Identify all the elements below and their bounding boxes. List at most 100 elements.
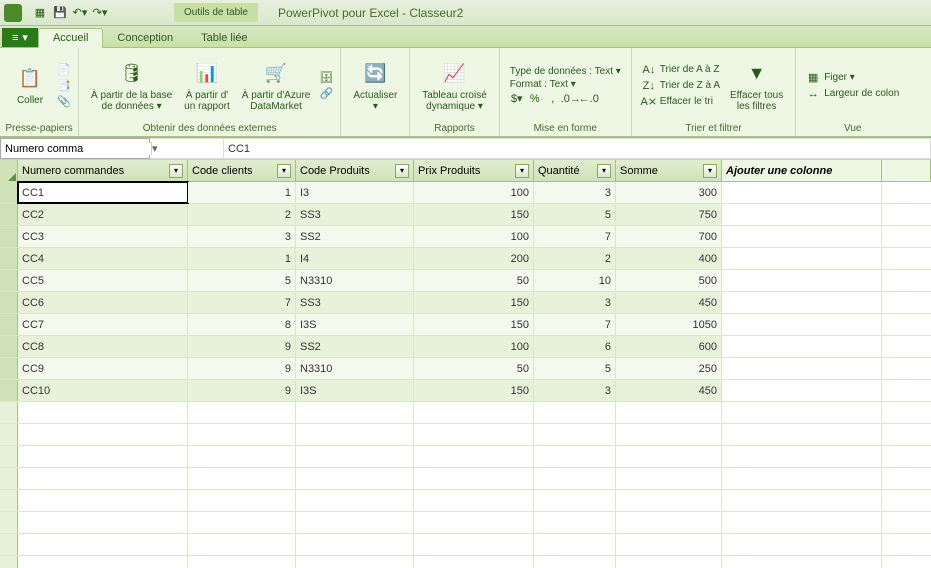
cell-numero[interactable]: CC1	[18, 182, 188, 203]
cell-quantite[interactable]: 3	[534, 182, 616, 203]
cell-empty[interactable]	[616, 468, 722, 489]
row-selector[interactable]	[0, 358, 18, 379]
cell-add[interactable]	[722, 314, 882, 335]
cell-somme[interactable]: 300	[616, 182, 722, 203]
row-selector[interactable]	[0, 446, 18, 467]
cell-empty[interactable]	[414, 512, 534, 533]
existing-connection-icon[interactable]: 🔗	[318, 87, 334, 101]
cell-code-clients[interactable]: 3	[188, 226, 296, 247]
clear-filters-button[interactable]: ▼ Effacer tous les filtres	[724, 58, 789, 114]
sort-za-button[interactable]: Z↓Trier de Z à A	[642, 79, 720, 93]
from-report-button[interactable]: 📊 À partir d' un rapport	[178, 58, 236, 114]
filter-dropdown-icon[interactable]: ▾	[169, 164, 183, 178]
cell-empty[interactable]	[296, 468, 414, 489]
cell-empty[interactable]	[18, 490, 188, 511]
cell-empty[interactable]	[722, 446, 882, 467]
filter-dropdown-icon[interactable]: ▾	[703, 164, 717, 178]
cell-empty[interactable]	[534, 468, 616, 489]
format-selector[interactable]: Format : Text ▾	[510, 79, 621, 90]
cell-code-produits[interactable]: SS2	[296, 336, 414, 357]
cell-add[interactable]	[722, 248, 882, 269]
cell-quantite[interactable]: 3	[534, 380, 616, 401]
cell-empty[interactable]	[414, 446, 534, 467]
tab-conception[interactable]: Conception	[103, 29, 187, 47]
cell-quantite[interactable]: 7	[534, 314, 616, 335]
row-selector[interactable]	[0, 248, 18, 269]
cell-somme[interactable]: 1050	[616, 314, 722, 335]
cell-quantite[interactable]: 7	[534, 226, 616, 247]
cell-numero[interactable]: CC9	[18, 358, 188, 379]
cell-empty[interactable]	[188, 556, 296, 568]
cell-empty[interactable]	[296, 446, 414, 467]
cell-somme[interactable]: 500	[616, 270, 722, 291]
cell-empty[interactable]	[722, 424, 882, 445]
cell-empty[interactable]	[534, 402, 616, 423]
row-selector[interactable]	[0, 402, 18, 423]
refresh-button[interactable]: 🔄 Actualiser ▾	[347, 58, 403, 114]
cell-code-clients[interactable]: 8	[188, 314, 296, 335]
cell-numero[interactable]: CC2	[18, 204, 188, 225]
row-selector[interactable]	[0, 292, 18, 313]
cell-empty[interactable]	[534, 490, 616, 511]
increase-decimal-icon[interactable]: .0→	[564, 92, 578, 106]
comma-icon[interactable]: ,	[546, 92, 560, 106]
cell-numero[interactable]: CC6	[18, 292, 188, 313]
cell-code-clients[interactable]: 5	[188, 270, 296, 291]
cell-code-produits[interactable]: I4	[296, 248, 414, 269]
cell-empty[interactable]	[534, 534, 616, 555]
cell-empty[interactable]	[18, 424, 188, 445]
cell-add[interactable]	[722, 380, 882, 401]
cell-empty[interactable]	[18, 534, 188, 555]
cell-empty[interactable]	[722, 534, 882, 555]
cell-numero[interactable]: CC5	[18, 270, 188, 291]
cell-empty[interactable]	[188, 512, 296, 533]
cell-numero[interactable]: CC8	[18, 336, 188, 357]
cell-code-clients[interactable]: 9	[188, 380, 296, 401]
cell-quantite[interactable]: 10	[534, 270, 616, 291]
cell-add[interactable]	[722, 204, 882, 225]
cell-somme[interactable]: 600	[616, 336, 722, 357]
cell-empty[interactable]	[616, 424, 722, 445]
cell-empty[interactable]	[296, 424, 414, 445]
cell-empty[interactable]	[18, 556, 188, 568]
cell-prix[interactable]: 150	[414, 380, 534, 401]
cell-add[interactable]	[722, 336, 882, 357]
cell-code-produits[interactable]: N3310	[296, 358, 414, 379]
save-icon[interactable]: 💾	[52, 5, 68, 21]
cell-code-clients[interactable]: 1	[188, 182, 296, 203]
row-selector[interactable]	[0, 182, 18, 203]
name-box[interactable]: ▾	[0, 138, 150, 159]
row-selector[interactable]	[0, 512, 18, 533]
cell-quantite[interactable]: 6	[534, 336, 616, 357]
cell-empty[interactable]	[188, 446, 296, 467]
copy-icon[interactable]: 📑	[56, 79, 72, 93]
from-azure-button[interactable]: 🛒 À partir d'Azure DataMarket	[236, 58, 317, 114]
cell-empty[interactable]	[722, 402, 882, 423]
row-selector[interactable]	[0, 534, 18, 555]
column-code-produits[interactable]: Code Produits▾	[296, 160, 414, 181]
cell-empty[interactable]	[616, 512, 722, 533]
cell-code-clients[interactable]: 9	[188, 336, 296, 357]
cell-prix[interactable]: 150	[414, 314, 534, 335]
column-numero-commandes[interactable]: Numero commandes▾	[18, 160, 188, 181]
cell-empty[interactable]	[722, 490, 882, 511]
column-somme[interactable]: Somme▾	[616, 160, 722, 181]
filter-dropdown-icon[interactable]: ▾	[277, 164, 291, 178]
cell-quantite[interactable]: 2	[534, 248, 616, 269]
cell-prix[interactable]: 100	[414, 226, 534, 247]
cell-somme[interactable]: 450	[616, 292, 722, 313]
column-prix-produits[interactable]: Prix Produits▾	[414, 160, 534, 181]
cell-empty[interactable]	[18, 402, 188, 423]
cell-empty[interactable]	[188, 468, 296, 489]
from-database-button[interactable]: 🛢 À partir de la base de données ▾	[85, 58, 178, 114]
sort-az-button[interactable]: A↓Trier de A à Z	[642, 63, 720, 77]
cell-empty[interactable]	[296, 534, 414, 555]
cell-prix[interactable]: 150	[414, 204, 534, 225]
cell-empty[interactable]	[722, 556, 882, 568]
cell-code-produits[interactable]: SS2	[296, 226, 414, 247]
cell-code-produits[interactable]: N3310	[296, 270, 414, 291]
excel-icon[interactable]: ▦	[32, 5, 48, 21]
paste-button[interactable]: 📋 Coller	[6, 63, 54, 108]
column-quantite[interactable]: Quantité▾	[534, 160, 616, 181]
cell-somme[interactable]: 400	[616, 248, 722, 269]
